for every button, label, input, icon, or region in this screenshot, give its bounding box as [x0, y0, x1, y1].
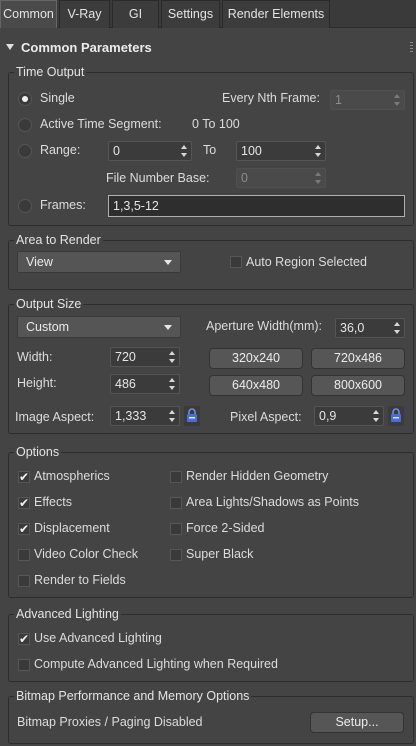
advanced-lighting-title: Advanced Lighting — [14, 607, 121, 621]
super-black-checkbox[interactable] — [170, 549, 182, 561]
video-color-check-checkbox[interactable] — [18, 549, 30, 561]
width-spinner[interactable]: 720 — [110, 347, 180, 367]
aperture-width-label: Aperture Width(mm): — [206, 319, 322, 333]
preset-720x486-button[interactable]: 720x486 — [311, 348, 405, 369]
render-hidden-geometry-label: Render Hidden Geometry — [186, 469, 329, 483]
radio-active-segment[interactable] — [18, 118, 32, 132]
width-label: Width: — [17, 350, 53, 364]
tab-bar: Common V-Ray GI Settings Render Elements — [0, 0, 416, 28]
preset-800x600-button[interactable]: 800x600 — [311, 375, 405, 396]
area-lights-checkbox[interactable] — [170, 497, 182, 509]
aperture-width-spinner[interactable]: 36,0 — [335, 318, 405, 338]
auto-region-label: Auto Region Selected — [246, 255, 367, 269]
frames-input[interactable]: 1,3,5-12 — [108, 195, 405, 217]
atmospherics-label: Atmospherics — [34, 469, 110, 483]
use-advanced-lighting-checkbox[interactable]: ✔ — [18, 633, 30, 645]
area-lights-label: Area Lights/Shadows as Points — [186, 495, 360, 509]
chevron-down-icon — [164, 260, 172, 265]
area-to-render-title: Area to Render — [14, 233, 103, 247]
output-size-preset-dropdown[interactable]: Custom — [17, 316, 181, 338]
range-from-spinner[interactable]: 0 — [108, 141, 192, 161]
options-title: Options — [14, 445, 62, 459]
height-label: Height: — [17, 376, 57, 390]
tab-common[interactable]: Common — [0, 0, 57, 28]
tab-render-elements[interactable]: Render Elements — [222, 0, 330, 28]
time-output-title: Time Output — [14, 65, 87, 79]
effects-checkbox[interactable]: ✔ — [18, 497, 30, 509]
grip-icon — [410, 42, 413, 54]
range-label: Range: — [40, 143, 81, 157]
displacement-checkbox[interactable]: ✔ — [18, 523, 30, 535]
output-size-title: Output Size — [14, 297, 84, 311]
radio-range[interactable] — [18, 144, 32, 158]
image-aspect-spinner[interactable]: 1,333 — [110, 406, 180, 426]
image-aspect-label: Image Aspect: — [15, 410, 95, 424]
tab-settings[interactable]: Settings — [161, 0, 220, 28]
chevron-down-icon — [164, 325, 172, 330]
range-to-label: To — [203, 143, 217, 157]
force-2-sided-checkbox[interactable] — [170, 523, 182, 535]
area-to-render-dropdown[interactable]: View — [17, 251, 181, 273]
range-to-spinner[interactable]: 100 — [236, 141, 326, 161]
rollout-title[interactable]: Common Parameters — [21, 40, 152, 55]
displacement-label: Displacement — [34, 521, 110, 535]
active-segment-value: 0 To 100 — [192, 117, 240, 131]
radio-single[interactable] — [18, 92, 32, 106]
use-advanced-lighting-label: Use Advanced Lighting — [34, 631, 162, 645]
render-hidden-geometry-checkbox[interactable] — [170, 471, 182, 483]
height-spinner[interactable]: 486 — [110, 374, 180, 394]
pixel-aspect-spinner[interactable]: 0,9 — [314, 406, 384, 426]
preset-640x480-button[interactable]: 640x480 — [209, 375, 303, 396]
compute-advanced-lighting-label: Compute Advanced Lighting when Required — [34, 657, 278, 671]
effects-label: Effects — [34, 495, 72, 509]
auto-region-checkbox[interactable] — [230, 256, 242, 268]
compute-advanced-lighting-checkbox[interactable] — [18, 659, 30, 671]
render-to-fields-checkbox[interactable] — [18, 575, 30, 587]
tab-vray[interactable]: V-Ray — [59, 0, 110, 28]
collapse-arrow-icon[interactable] — [6, 44, 14, 50]
bitmap-status: Bitmap Proxies / Paging Disabled — [17, 715, 203, 729]
every-nth-label: Every Nth Frame: — [222, 91, 320, 105]
frames-label: Frames: — [40, 198, 86, 212]
pixel-aspect-label: Pixel Aspect: — [230, 410, 302, 424]
file-number-base-spinner[interactable]: 0 — [236, 168, 326, 188]
active-segment-label: Active Time Segment: — [40, 117, 162, 131]
bitmap-title: Bitmap Performance and Memory Options — [14, 689, 252, 703]
image-aspect-lock-icon[interactable] — [184, 406, 200, 426]
video-color-check-label: Video Color Check — [34, 547, 138, 561]
force-2-sided-label: Force 2-Sided — [186, 521, 265, 535]
preset-320x240-button[interactable]: 320x240 — [209, 348, 303, 369]
super-black-label: Super Black — [186, 547, 254, 561]
render-to-fields-label: Render to Fields — [34, 573, 126, 587]
file-number-base-label: File Number Base: — [106, 171, 210, 185]
every-nth-spinner[interactable]: 1 — [330, 90, 405, 110]
advanced-lighting-group — [8, 614, 414, 682]
single-label: Single — [40, 91, 75, 105]
tab-gi[interactable]: GI — [112, 0, 159, 28]
atmospherics-checkbox[interactable]: ✔ — [18, 471, 30, 483]
setup-button[interactable]: Setup... — [310, 712, 404, 733]
radio-frames[interactable] — [18, 199, 32, 213]
pixel-aspect-lock-icon[interactable] — [388, 406, 404, 426]
